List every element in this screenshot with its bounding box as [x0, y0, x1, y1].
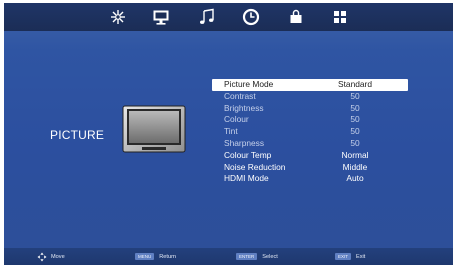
menu-row-value: Middle [342, 161, 368, 172]
menu-row-label: Brightness [224, 102, 264, 113]
top-menu-bar [4, 3, 453, 31]
menu-row-value: 50 [350, 126, 360, 137]
menu-row-colour[interactable]: Colour 50 [212, 114, 408, 126]
grid-icon[interactable] [330, 7, 350, 27]
menu-row-value: 50 [350, 102, 360, 113]
menu-row-sharpness[interactable]: Sharpness 50 [212, 138, 408, 150]
menu-row-label: Colour [224, 114, 249, 125]
menu-row-value: 50 [350, 137, 360, 148]
menu-row-label: Sharpness [224, 137, 265, 148]
menu-row-colour-temp[interactable]: Colour Temp Normal [212, 150, 408, 162]
direction-arrows-icon [37, 252, 47, 261]
menu-row-contrast[interactable]: Contrast 50 [212, 91, 408, 103]
menu-row-label: Contrast [224, 90, 256, 101]
menu-row-noise-reduction[interactable]: Noise Reduction Middle [212, 162, 408, 174]
select-hint: ENTER Select [236, 251, 278, 262]
exit-hint: EXIT Exit [335, 251, 365, 262]
move-hint: Move [37, 251, 65, 262]
return-hint: MENU Return [135, 251, 176, 262]
exit-key-badge: EXIT [335, 253, 352, 260]
menu-row-label: Colour Temp [224, 149, 272, 160]
lock-briefcase-icon[interactable] [286, 7, 306, 27]
menu-row-value: 50 [350, 90, 360, 101]
tv-set-icon [122, 105, 186, 155]
bottom-hint-bar: Move MENU Return ENTER Select EXIT Exit [4, 248, 453, 265]
menu-row-brightness[interactable]: Brightness 50 [212, 103, 408, 115]
return-hint-label: Return [159, 253, 177, 260]
page-title: PICTURE [50, 128, 105, 142]
menu-row-label: HDMI Mode [224, 173, 269, 184]
menu-row-label: Picture Mode [224, 79, 274, 89]
monitor-icon[interactable] [151, 7, 171, 27]
enter-key-badge: ENTER [236, 253, 258, 260]
exit-hint-label: Exit [356, 253, 366, 260]
menu-row-picture-mode[interactable]: Picture Mode Standard [212, 79, 408, 91]
menu-row-value: Auto [346, 173, 364, 184]
menu-row-value: Standard [338, 79, 372, 89]
tv-menu-screen: PICTURE Picture Mode Standard Contrast 5 [4, 3, 453, 265]
music-note-icon[interactable] [197, 7, 217, 27]
menu-row-value: Normal [341, 149, 369, 160]
menu-row-label: Tint [224, 126, 238, 137]
move-hint-label: Move [51, 253, 65, 260]
menu-row-value: 50 [350, 114, 360, 125]
snowflake-settings-icon[interactable] [108, 7, 128, 27]
select-hint-label: Select [262, 253, 278, 260]
menu-key-badge: MENU [135, 253, 155, 260]
picture-settings-menu: Picture Mode Standard Contrast 50 Bright… [212, 79, 408, 185]
menu-row-hdmi-mode[interactable]: HDMI Mode Auto [212, 173, 408, 185]
menu-row-tint[interactable]: Tint 50 [212, 126, 408, 138]
menu-row-label: Noise Reduction [224, 161, 286, 172]
clock-icon[interactable] [241, 7, 261, 27]
